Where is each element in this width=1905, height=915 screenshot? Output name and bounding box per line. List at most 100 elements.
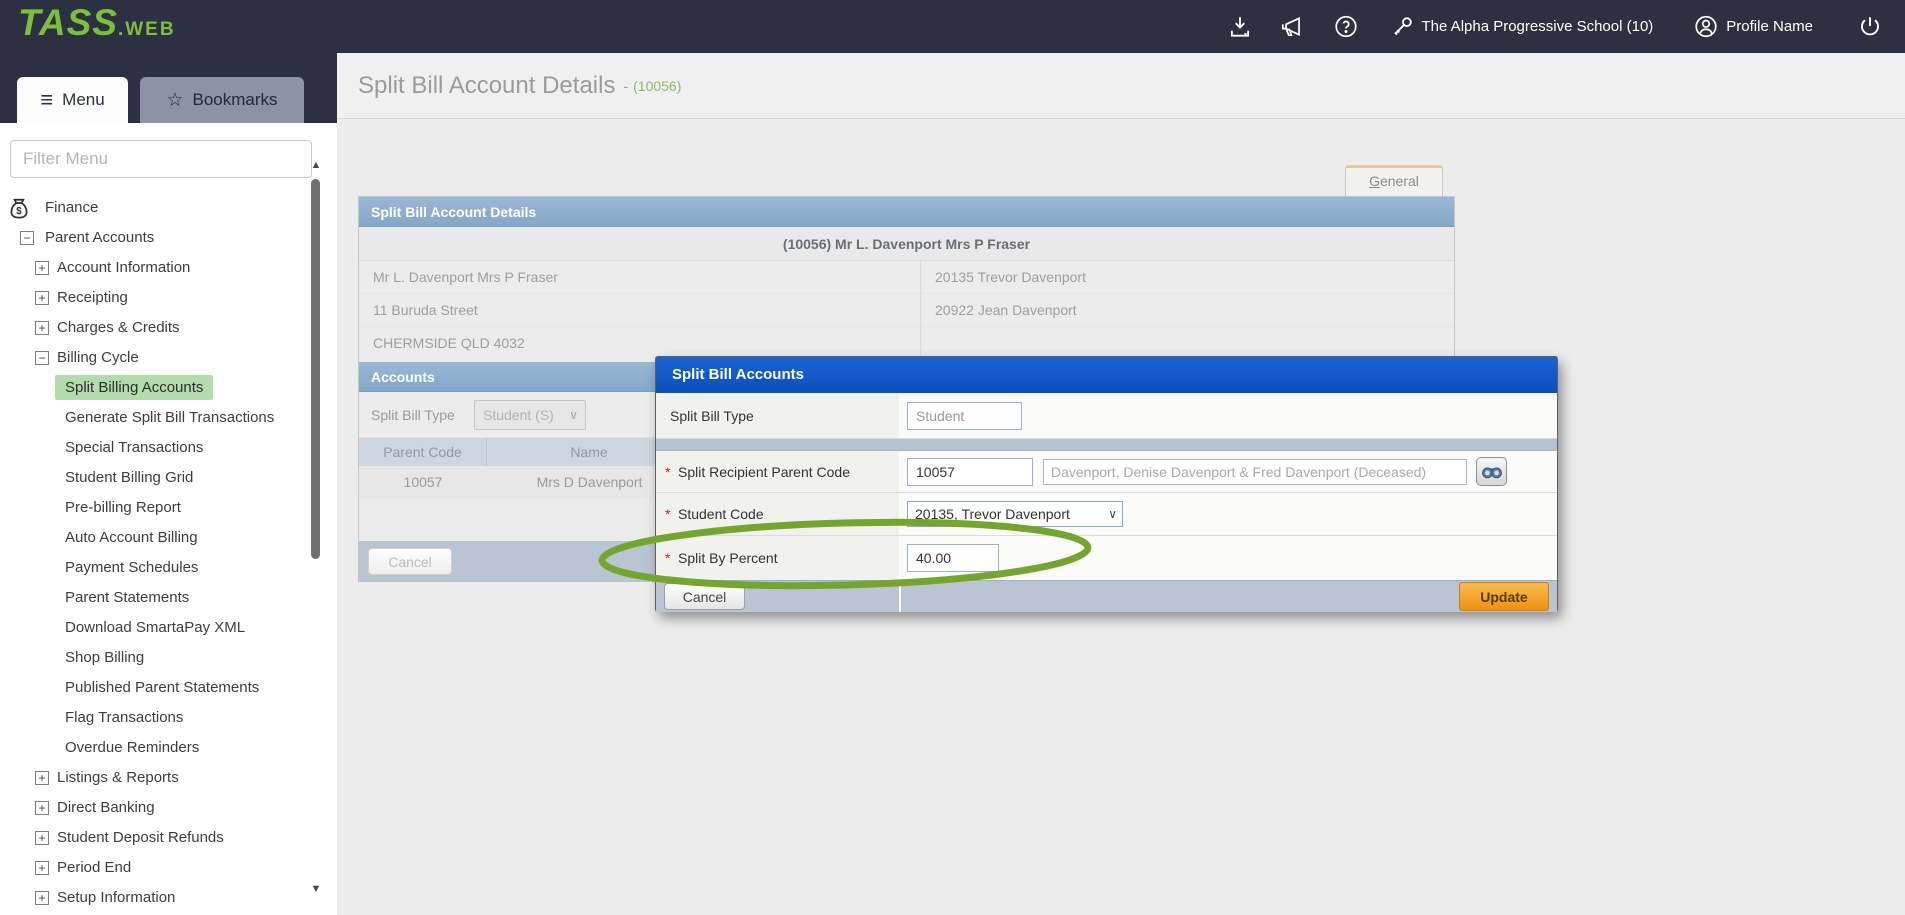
announcements-megaphone-icon[interactable] [1279,14,1305,40]
sidebar-item-overdue-reminders[interactable]: Overdue Reminders [0,733,305,763]
student-line: 20922 Jean Davenport [921,294,1454,327]
sidebar-tree: $Finance−Parent Accounts+Account Informa… [0,193,305,913]
sidebar-item-billing-cycle[interactable]: −Billing Cycle [0,343,305,373]
collapse-minus-icon[interactable]: − [35,351,49,365]
footer-column-divider [899,581,901,612]
expand-plus-icon[interactable]: + [35,891,49,905]
required-asterisk: * [665,550,670,566]
sidebar-item-label: Special Transactions [65,439,203,456]
field-label-cell: * Split By Percent [656,536,899,580]
school-name-label[interactable]: The Alpha Progressive School (10) [1422,18,1654,35]
modal-split-bill-type-input[interactable] [907,402,1022,430]
sidebar-item-label: Student Deposit Refunds [57,829,224,846]
field-label-cell: * Student Code [656,493,899,535]
profile-name-label[interactable]: Profile Name [1726,18,1813,35]
split-recipient-parent-code-input[interactable] [907,458,1033,486]
collapse-minus-icon[interactable]: − [20,231,34,245]
sidebar-item-split-billing-accounts[interactable]: Split Billing Accounts [0,373,305,403]
field-value-cell: Davenport, Denise Davenport & Fred Daven… [899,451,1557,492]
split-by-percent-label: Split By Percent [678,550,778,566]
split-bill-type-value: Student (S) [483,407,554,423]
chevron-down-icon: ∨ [1108,502,1117,526]
sidebar-item-setup-information[interactable]: +Setup Information [0,883,305,913]
field-label-cell: Split Bill Type [656,393,899,438]
money-bag-icon: $ [6,196,32,222]
sidebar-item-label: Parent Statements [65,589,189,606]
sidebar-item-account-information[interactable]: + Account Information [0,253,305,283]
sidebar-item-download-smartapay-xml[interactable]: Download SmartaPay XML [0,613,305,643]
modal-separator-band [656,439,1557,451]
expand-plus-icon[interactable]: + [35,291,49,305]
modal-footer: Cancel Update [656,580,1557,612]
split-bill-type-select[interactable]: Student (S) ∨ [474,400,586,430]
help-icon[interactable] [1333,14,1359,40]
tab-bookmarks[interactable]: ☆ Bookmarks [140,77,304,123]
split-by-percent-input[interactable] [907,544,999,572]
lookup-binoculars-button[interactable] [1476,457,1507,486]
modal-update-button[interactable]: Update [1459,582,1549,611]
sidebar-item-finance[interactable]: $ Finance [0,193,305,223]
tab-general[interactable]: General [1345,165,1443,196]
expand-plus-icon[interactable]: + [35,801,49,815]
sidebar-item-label: Account Information [57,259,190,276]
sidebar-item-label: Direct Banking [57,799,155,816]
sidebar-item-shop-billing[interactable]: Shop Billing [0,643,305,673]
sidebar-item-flag-transactions[interactable]: Flag Transactions [0,703,305,733]
sidebar-item-student-deposit-refunds[interactable]: + Student Deposit Refunds [0,823,305,853]
sidebar-item-label: Flag Transactions [65,709,183,726]
tab-menu[interactable]: ≡ Menu [17,77,128,123]
modal-cancel-button[interactable]: Cancel [664,583,745,610]
school-key-icon[interactable] [1389,14,1415,40]
sidebar-item-label: Receipting [57,289,128,306]
expand-plus-icon[interactable]: + [35,861,49,875]
sidebar-item-period-end[interactable]: +Period End [0,853,305,883]
sidebar-item-listings-reports[interactable]: + Listings & Reports [0,763,305,793]
sidebar-item-label: Shop Billing [65,649,144,666]
sidebar-item-published-parent-statements[interactable]: Published Parent Statements [0,673,305,703]
scrollbar-down-arrow-icon[interactable]: ▼ [306,883,326,895]
page-title-dash: - [623,78,628,94]
sidebar-item-payment-schedules[interactable]: Payment Schedules [0,553,305,583]
sidebar-item-generate-split-bill-transactions[interactable]: Generate Split Bill Transactions [0,403,305,433]
logout-power-icon[interactable] [1857,14,1883,40]
filter-menu-input[interactable] [10,140,312,178]
profile-avatar-icon[interactable] [1693,14,1719,40]
expand-plus-icon[interactable]: + [35,771,49,785]
required-asterisk: * [665,464,670,480]
expand-plus-icon[interactable]: + [35,321,49,335]
scrollbar-up-arrow-icon[interactable]: ▲ [306,159,326,171]
accounts-cancel-button[interactable]: Cancel [368,548,452,575]
tab-general-rest: eneral [1380,173,1419,189]
sidebar-item-student-billing-grid[interactable]: Student Billing Grid [0,463,305,493]
sidebar-item-parent-statements[interactable]: Parent Statements [0,583,305,613]
sidebar-item-parent-accounts[interactable]: −Parent Accounts [0,223,305,253]
sidebar-item-label: Parent Accounts [45,229,154,246]
tass-web-logo[interactable]: TASS.WEB [18,2,176,44]
sidebar-item-label: Pre-billing Report [65,499,181,516]
sidebar-item-pre-billing-report[interactable]: Pre-billing Report [0,493,305,523]
sidebar-item-charges-credits[interactable]: +Charges & Credits [0,313,305,343]
student-code-select[interactable]: 20135, Trevor Davenport ∨ [907,501,1123,527]
chevron-down-icon: ∨ [569,401,578,429]
scrollbar-thumb[interactable] [311,179,320,559]
sidebar-item-direct-banking[interactable]: + Direct Banking [0,793,305,823]
address-block: Mr L. Davenport Mrs P Fraser 11 Buruda S… [359,261,1454,362]
sidebar-item-label: Finance [45,199,98,216]
split-recipient-parent-code-label: Split Recipient Parent Code [678,464,850,480]
sidebar-item-auto-account-billing[interactable]: Auto Account Billing [0,523,305,553]
download-icon[interactable] [1227,14,1253,40]
sidebar-item-label: Split Billing Accounts [55,375,213,400]
sidebar-item-special-transactions[interactable]: Special Transactions [0,433,305,463]
expand-plus-icon[interactable]: + [35,831,49,845]
sidebar-item-receipting[interactable]: + Receipting [0,283,305,313]
expand-plus-icon[interactable]: + [35,261,49,275]
modal-row-student-code: * Student Code 20135, Trevor Davenport ∨ [656,493,1557,536]
sidebar-menu: $Finance−Parent Accounts+Account Informa… [0,123,337,915]
logo-text-suffix: .WEB [118,19,176,40]
field-label-cell: * Split Recipient Parent Code [656,451,899,492]
page-title-band: Split Bill Account Details - (10056) [337,53,1905,119]
sidebar-item-label: Billing Cycle [57,349,139,366]
modal-title-bar[interactable]: Split Bill Accounts [656,357,1557,393]
tab-bookmarks-label: Bookmarks [193,90,278,110]
sidebar-item-label: Listings & Reports [57,769,179,786]
